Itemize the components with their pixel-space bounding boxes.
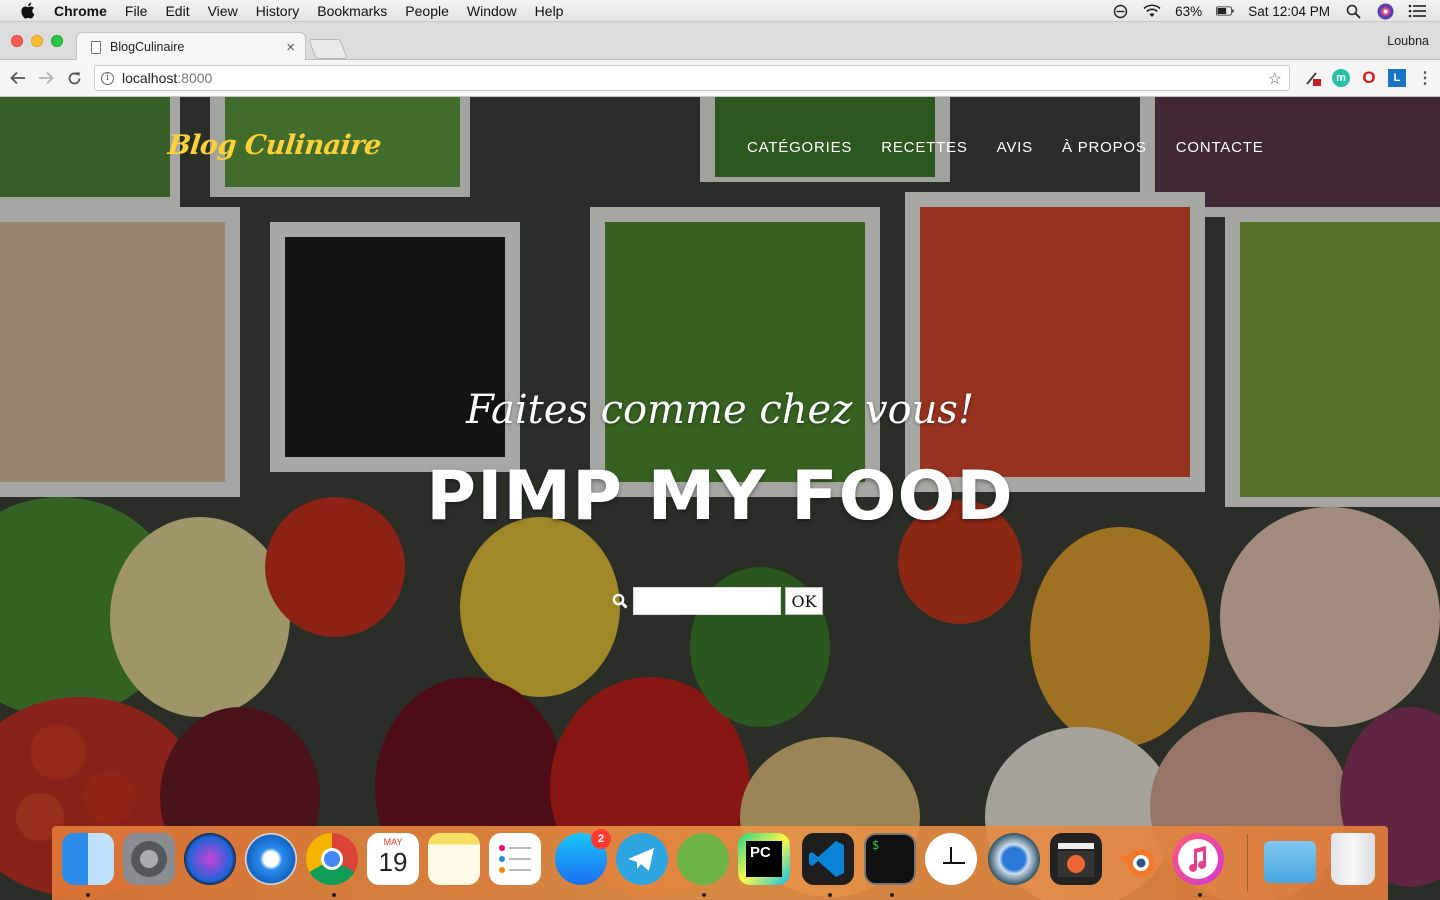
terminal-prompt-glyph: $ [872,838,880,852]
reminders-icon[interactable] [489,833,541,885]
menu-file[interactable]: File [125,3,148,19]
vscode-icon[interactable] [802,833,854,885]
menu-help[interactable]: Help [535,3,564,19]
notification-center-icon[interactable] [1408,3,1426,19]
profile-name[interactable]: Loubna [1387,34,1429,48]
search-form: OK [612,587,823,615]
system-preferences-icon[interactable] [123,833,175,885]
running-indicator-android-studio [702,893,706,897]
running-indicator-vscode [828,893,832,897]
extension-l-icon[interactable]: L [1388,69,1406,87]
fullscreen-window-button[interactable] [51,35,63,47]
terminal-icon[interactable]: $ [864,833,916,885]
nav-recettes[interactable]: RECETTES [881,139,967,156]
extension-eyedropper-icon[interactable] [1304,69,1322,87]
site-info-icon[interactable]: i [101,71,114,85]
browser-tab-strip: BlogCulinaire × Loubna [0,22,1440,61]
browser-tab-active[interactable]: BlogCulinaire × [76,32,306,61]
forward-arrow-icon[interactable] [35,67,57,89]
menu-window[interactable]: Window [467,3,517,19]
itunes-icon[interactable] [1172,833,1224,885]
safari-icon[interactable] [245,833,297,885]
new-tab-button[interactable] [308,39,348,59]
url-host: localhost [122,70,178,86]
hero-section: Blog Culinaire CATÉGORIES RECETTES AVIS … [0,97,1440,900]
search-ok-button[interactable]: OK [785,587,823,615]
menu-edit[interactable]: Edit [165,3,189,19]
running-indicator-finder [86,893,90,897]
running-indicator-itunes [1198,893,1202,897]
bookmark-star-icon[interactable]: ☆ [1268,69,1282,89]
running-indicator-chrome [332,893,336,897]
finder-icon[interactable] [62,833,114,885]
tab-title: BlogCulinaire [110,40,185,54]
hero-subtitle: Faites comme chez vous! [465,387,975,433]
do-not-disturb-icon[interactable] [1111,3,1129,19]
battery-icon[interactable] [1216,3,1234,19]
wifi-icon[interactable] [1143,3,1161,19]
browser-toolbar: i localhost:8000 ☆ m O L ⋮ [0,60,1440,97]
calendar-icon[interactable]: MAY 19 [367,833,419,885]
site-logo[interactable]: Blog Culinaire [166,130,382,161]
hero-headline: PIMP MY FOOD [426,457,1014,536]
macos-dock: MAY 19 2 PC $ [52,826,1388,900]
calendar-day: 19 [378,847,408,877]
back-arrow-icon[interactable] [7,67,29,89]
dock-separator [1247,834,1248,892]
tab-close-icon[interactable]: × [286,39,295,56]
pycharm-icon[interactable]: PC [738,833,790,885]
pycharm-badge: PC [746,841,782,877]
reload-icon[interactable] [63,67,85,89]
final-cut-icon[interactable] [1050,833,1102,885]
search-icon [612,593,628,609]
blender-icon[interactable] [1111,833,1163,885]
nav-categories[interactable]: CATÉGORIES [747,139,852,156]
calendar-month: MAY [383,837,403,847]
spotlight-search-icon[interactable] [1344,3,1362,19]
nav-avis[interactable]: AVIS [997,139,1033,156]
downloads-folder-icon[interactable] [1264,841,1316,883]
user-avatar-icon[interactable] [1376,3,1394,19]
trash-icon[interactable] [1331,833,1375,885]
notes-icon[interactable] [428,833,480,885]
siri-icon[interactable] [184,833,236,885]
app-store-badge: 2 [591,829,611,849]
quicktime-icon[interactable] [988,833,1040,885]
nav-contacte[interactable]: CONTACTE [1176,139,1264,156]
nav-a-propos[interactable]: À PROPOS [1062,139,1147,156]
menu-view[interactable]: View [208,3,238,19]
telegram-icon[interactable] [616,833,668,885]
running-indicator-terminal [890,893,894,897]
battery-percent: 63% [1175,3,1203,19]
url-port: :8000 [177,70,213,86]
menu-bookmarks[interactable]: Bookmarks [317,3,387,19]
extension-opera-icon[interactable]: O [1360,68,1378,87]
window-controls [11,35,63,47]
address-bar[interactable]: i localhost:8000 ☆ [94,65,1290,91]
menu-clock[interactable]: Sat 12:04 PM [1248,4,1330,19]
macos-menu-bar: Chrome File Edit View History Bookmarks … [0,0,1440,22]
menu-history[interactable]: History [256,3,300,19]
extension-m-icon[interactable]: m [1332,69,1350,87]
app-store-icon[interactable]: 2 [555,829,611,885]
close-window-button[interactable] [11,35,23,47]
android-studio-icon[interactable] [677,833,729,885]
chrome-icon[interactable] [306,833,358,885]
menu-chrome[interactable]: Chrome [54,3,107,19]
menu-people[interactable]: People [405,3,449,19]
site-navigation: CATÉGORIES RECETTES AVIS À PROPOS CONTAC… [747,139,1264,156]
search-input[interactable] [633,587,781,615]
clock-icon[interactable] [925,833,977,885]
minimize-window-button[interactable] [31,35,43,47]
page-icon [91,40,101,54]
apple-icon[interactable] [20,1,40,21]
chrome-menu-icon[interactable]: ⋮ [1416,69,1434,87]
